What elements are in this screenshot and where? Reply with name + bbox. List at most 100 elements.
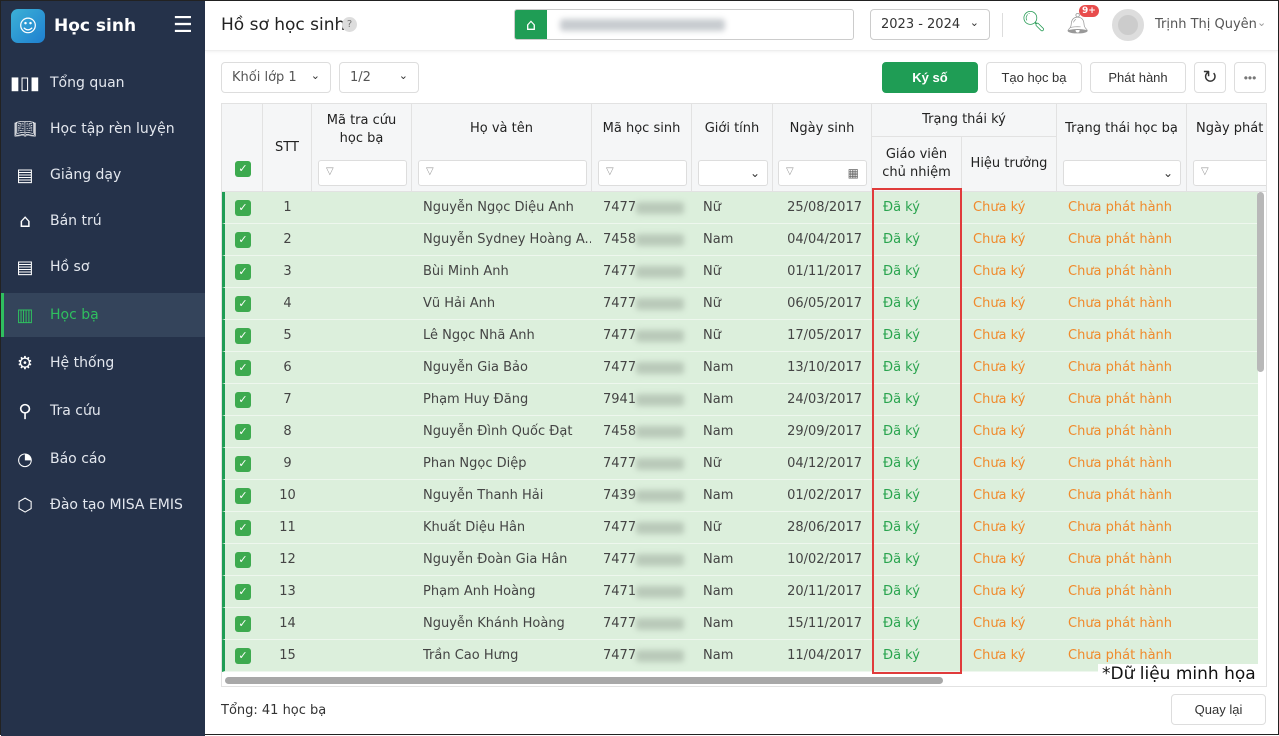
row-record-status: Chưa phát hành xyxy=(1068,328,1173,343)
vertical-scrollbar[interactable] xyxy=(1257,192,1264,372)
row-name: Nguyễn Khánh Hoàng xyxy=(423,616,565,631)
row-dob: 01/11/2017 xyxy=(787,264,862,279)
row-principal-sign: Chưa ký xyxy=(973,424,1026,439)
row-code-prefix: 7477 xyxy=(603,328,637,343)
row-code-prefix: 7477 xyxy=(603,552,637,567)
help-icon[interactable]: ? xyxy=(342,17,357,32)
row-student-code: 7458 xyxy=(603,416,693,447)
row-code-prefix: 7477 xyxy=(603,648,637,663)
select-all-checkbox[interactable]: ✓ xyxy=(235,161,251,177)
table-row[interactable]: ✓ 2 Nguyễn Sydney Hoàng A... 7458 Nam 04… xyxy=(222,224,1258,256)
row-stt: 9 xyxy=(283,456,292,471)
school-selector[interactable]: ⌂ xyxy=(514,9,854,40)
record-status-filter-select[interactable]: ⌄ xyxy=(1063,160,1181,186)
table-row[interactable]: ✓ 12 Nguyễn Đoàn Gia Hân 7477 Nam 10/02/… xyxy=(222,544,1258,576)
table-row[interactable]: ✓ 13 Phạm Anh Hoàng 7471 Nam 20/11/2017 … xyxy=(222,576,1258,608)
sidebar-item-6[interactable]: ⚙ Hệ thống xyxy=(1,341,205,385)
hamburger-menu-icon[interactable]: ☰ xyxy=(173,13,193,38)
sidebar-item-7[interactable]: ⚲ Tra cứu xyxy=(1,389,205,433)
row-principal-sign: Chưa ký xyxy=(973,392,1026,407)
table-row[interactable]: ✓ 11 Khuất Diệu Hân 7477 Nữ 28/06/2017 Đ… xyxy=(222,512,1258,544)
name-filter-input[interactable]: ▽ xyxy=(418,160,587,186)
row-student-code: 7477 xyxy=(603,352,693,383)
row-record-status: Chưa phát hành xyxy=(1068,360,1173,375)
row-checkbox[interactable]: ✓ xyxy=(235,200,251,216)
row-principal-sign: Chưa ký xyxy=(973,584,1026,599)
school-year-select[interactable]: 2023 - 2024 ⌄ xyxy=(870,9,990,40)
row-student-code: 7477 xyxy=(603,192,693,223)
row-name: Vũ Hải Anh xyxy=(423,296,496,311)
digital-sign-button[interactable]: Ký số xyxy=(882,62,978,93)
refresh-icon[interactable]: ↻ xyxy=(1194,62,1226,93)
row-checkbox[interactable]: ✓ xyxy=(235,552,251,568)
table-row[interactable]: ✓ 6 Nguyễn Gia Bảo 7477 Nam 13/10/2017 Đ… xyxy=(222,352,1258,384)
lookup-filter-input[interactable]: ▽ xyxy=(318,160,407,186)
sidebar-item-label: Học tập rèn luyện xyxy=(50,121,175,137)
more-options-icon[interactable]: ••• xyxy=(1234,62,1266,93)
dob-filter-input[interactable]: ▽ ▦ xyxy=(778,160,867,186)
sidebar-item-0[interactable]: ▮▯▮ Tổng quan xyxy=(1,61,205,105)
row-checkbox[interactable]: ✓ xyxy=(235,232,251,248)
row-record-status: Chưa phát hành xyxy=(1068,616,1173,631)
row-checkbox[interactable]: ✓ xyxy=(235,424,251,440)
table-row[interactable]: ✓ 1 Nguyễn Ngọc Diệu Anh 7477 Nữ 25/08/2… xyxy=(222,192,1258,224)
calendar-icon[interactable]: ▦ xyxy=(848,166,859,180)
row-checkbox[interactable]: ✓ xyxy=(235,296,251,312)
row-gender: Nữ xyxy=(703,456,721,471)
row-principal-sign: Chưa ký xyxy=(973,552,1026,567)
row-checkbox[interactable]: ✓ xyxy=(235,648,251,664)
sidebar-item-2[interactable]: ▤ Giảng dạy xyxy=(1,153,205,197)
row-checkbox[interactable]: ✓ xyxy=(235,392,251,408)
illustrative-data-note: *Dữ liệu minh họa xyxy=(1098,664,1260,684)
row-checkbox[interactable]: ✓ xyxy=(235,328,251,344)
grade-select[interactable]: Khối lớp 1 ⌄ xyxy=(221,62,331,93)
row-name: Nguyễn Sydney Hoàng A... xyxy=(423,232,591,247)
issue-date-filter-input[interactable]: ▽ xyxy=(1193,160,1266,186)
avatar[interactable] xyxy=(1112,9,1144,41)
user-name[interactable]: Trịnh Thị Quyên xyxy=(1155,17,1257,32)
table-row[interactable]: ✓ 9 Phan Ngọc Diệp 7477 Nữ 04/12/2017 Đã… xyxy=(222,448,1258,480)
student-logo-icon: ☺ xyxy=(11,9,45,43)
row-stt: 12 xyxy=(279,552,296,567)
header-sign-status: Trạng thái ký xyxy=(872,104,1057,137)
row-checkbox[interactable]: ✓ xyxy=(235,488,251,504)
row-checkbox[interactable]: ✓ xyxy=(235,360,251,376)
create-record-button[interactable]: Tạo học bạ xyxy=(986,62,1082,93)
class-select[interactable]: 1/2 ⌄ xyxy=(339,62,419,93)
sidebar-item-8[interactable]: ◔ Báo cáo xyxy=(1,437,205,481)
table-row[interactable]: ✓ 10 Nguyễn Thanh Hải 7439 Nam 01/02/201… xyxy=(222,480,1258,512)
table-row[interactable]: ✓ 7 Phạm Huy Đăng 7941 Nam 24/03/2017 Đã… xyxy=(222,384,1258,416)
row-checkbox[interactable]: ✓ xyxy=(235,520,251,536)
code-filter-input[interactable]: ▽ xyxy=(598,160,687,186)
horizontal-scrollbar[interactable] xyxy=(225,677,943,684)
sidebar-item-1[interactable]: 📖︎ Học tập rèn luyện xyxy=(1,107,205,151)
sidebar-item-4[interactable]: ▤ Hồ sơ xyxy=(1,245,205,289)
publish-button[interactable]: Phát hành xyxy=(1090,62,1186,93)
row-record-status: Chưa phát hành xyxy=(1068,456,1173,471)
table-row[interactable]: ✓ 4 Vũ Hải Anh 7477 Nữ 06/05/2017 Đã ký … xyxy=(222,288,1258,320)
row-gender: Nam xyxy=(703,584,734,599)
student-records-table: ✓ STT Mã tra cứu học bạ Họ và tên Mã học… xyxy=(221,103,1267,687)
row-checkbox[interactable]: ✓ xyxy=(235,616,251,632)
sidebar-item-label: Tổng quan xyxy=(50,75,125,91)
table-row[interactable]: ✓ 8 Nguyễn Đình Quốc Đạt 7458 Nam 29/09/… xyxy=(222,416,1258,448)
sidebar-item-3[interactable]: ⌂ Bán trú xyxy=(1,199,205,243)
row-checkbox[interactable]: ✓ xyxy=(235,584,251,600)
row-principal-sign: Chưa ký xyxy=(973,488,1026,503)
row-name: Phạm Anh Hoàng xyxy=(423,584,536,599)
header-teacher-label: Giáo viên chủ nhiệm xyxy=(882,147,951,180)
gender-filter-select[interactable]: ⌄ xyxy=(698,160,768,186)
sidebar-item-5[interactable]: ▥ Học bạ xyxy=(1,293,205,337)
back-button[interactable]: Quay lại xyxy=(1171,694,1266,725)
row-code-blurred xyxy=(636,297,685,310)
table-row[interactable]: ✓ 5 Lê Ngọc Nhã Anh 7477 Nữ 17/05/2017 Đ… xyxy=(222,320,1258,352)
page-title: Hồ sơ học sinh xyxy=(221,15,346,35)
row-checkbox[interactable]: ✓ xyxy=(235,456,251,472)
table-row[interactable]: ✓ 3 Bùi Minh Anh 7477 Nữ 01/11/2017 Đã k… xyxy=(222,256,1258,288)
chevron-down-icon[interactable]: ⌄ xyxy=(1257,16,1266,29)
lookup-search-icon[interactable]: 🔍︎ xyxy=(1021,9,1046,33)
table-row[interactable]: ✓ 14 Nguyễn Khánh Hoàng 7477 Nam 15/11/2… xyxy=(222,608,1258,640)
row-dob: 13/10/2017 xyxy=(787,360,862,375)
sidebar-item-9[interactable]: ⬡ Đào tạo MISA EMIS xyxy=(1,483,205,527)
row-checkbox[interactable]: ✓ xyxy=(235,264,251,280)
